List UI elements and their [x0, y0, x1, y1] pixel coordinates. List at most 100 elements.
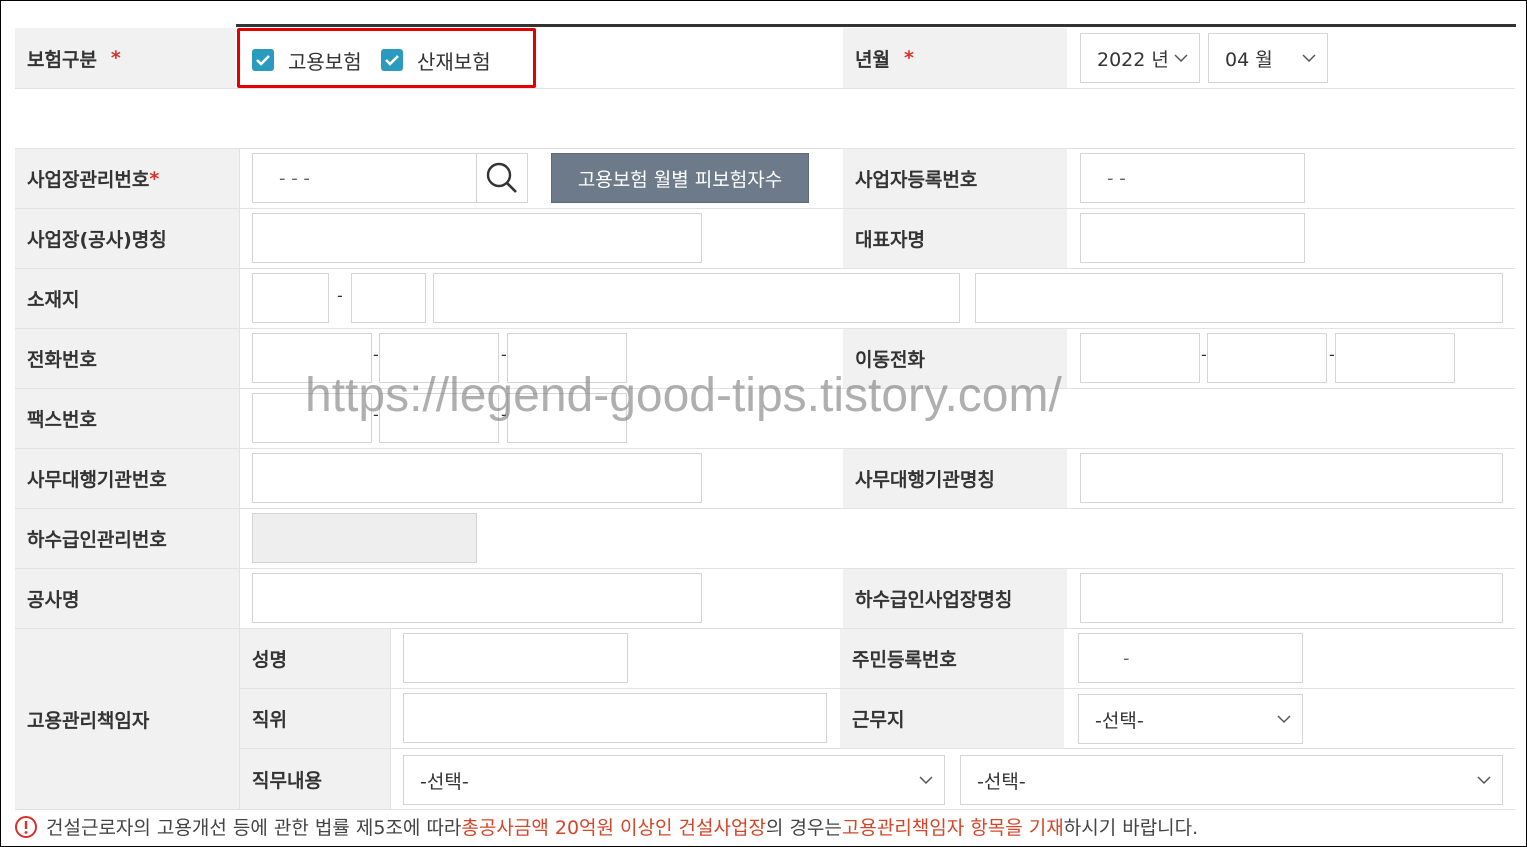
dash: - [373, 405, 379, 424]
zipcode-input-2[interactable] [351, 273, 426, 323]
notice-highlight-1: 총공사금액 20억원 이상인 건설사업장 [461, 817, 766, 839]
row-divider [15, 88, 1515, 89]
representative-label-text: 대표자명 [855, 229, 925, 251]
chevron-down-icon [1277, 715, 1291, 724]
column-divider [239, 148, 240, 809]
phone-label-text: 전화번호 [27, 349, 97, 371]
row-divider [15, 388, 1515, 389]
workplace-no-value: - - - [279, 167, 310, 189]
manager-position-input[interactable] [403, 693, 827, 743]
chevron-down-icon [1477, 776, 1491, 785]
manager-workplace-select[interactable]: -선택- [1078, 694, 1303, 744]
workplace-name-input[interactable] [252, 213, 702, 263]
manager-duty-select-1[interactable]: -선택- [403, 755, 945, 805]
notice-text-3: 하시기 바랍니다. [1063, 817, 1199, 839]
fax-input-1[interactable] [252, 393, 372, 443]
address-input[interactable] [433, 273, 960, 323]
highlight-box [237, 28, 536, 88]
dash: - [337, 286, 343, 305]
row-divider [15, 148, 1515, 149]
insurance-type-label: 보험구분 * [15, 28, 236, 88]
workplace-no-input[interactable]: - - - [252, 153, 477, 203]
search-button[interactable] [476, 153, 528, 203]
phone-label: 전화번호 [15, 329, 239, 388]
biz-reg-no-input[interactable]: - - [1080, 153, 1305, 203]
biz-reg-no-label: 사업자등록번호 [843, 149, 1067, 208]
required-mark: * [110, 47, 121, 69]
table-top-border [236, 24, 1516, 27]
agency-no-label: 사무대행기관번호 [15, 449, 239, 508]
mobile-input-1[interactable] [1080, 333, 1200, 383]
subcontractor-no-label: 하수급인관리번호 [15, 509, 239, 568]
construction-name-label: 공사명 [15, 569, 239, 628]
manager-duty-select-2[interactable]: -선택- [960, 755, 1503, 805]
month-select-value: 04 월 [1225, 48, 1273, 71]
subcontractor-site-label: 하수급인사업장명칭 [843, 569, 1067, 628]
manager-label: 고용관리책임자 [15, 629, 239, 809]
manager-rrn-value: - [1123, 647, 1130, 669]
workplace-no-label: 사업장관리번호 * [15, 149, 239, 208]
chevron-down-icon [1174, 54, 1188, 63]
agency-no-input[interactable] [252, 453, 702, 503]
manager-name-label: 성명 [240, 629, 390, 688]
mobile-label-text: 이동전화 [855, 349, 925, 371]
year-month-label: 년월 * [843, 28, 1067, 88]
address-detail-input[interactable] [975, 273, 1503, 323]
row-divider [240, 748, 1515, 749]
manager-name-label-text: 성명 [252, 649, 287, 671]
manager-workplace-label-text: 근무지 [852, 709, 905, 731]
phone-input-2[interactable] [379, 333, 499, 383]
biz-reg-no-value: - - [1107, 167, 1126, 189]
manager-position-label: 직위 [240, 689, 390, 748]
phone-input-1[interactable] [252, 333, 372, 383]
fax-input-3[interactable] [507, 393, 627, 443]
row-divider [15, 508, 1515, 509]
fax-label-text: 팩스번호 [27, 409, 97, 431]
location-label: 소재지 [15, 269, 239, 328]
search-icon [486, 162, 517, 193]
manager-name-input[interactable] [403, 633, 628, 683]
notice-highlight-2: 고용관리책임자 항목을 기재 [841, 817, 1064, 839]
dash: - [1201, 345, 1207, 364]
agency-name-label: 사무대행기관명칭 [843, 449, 1067, 508]
row-divider [15, 809, 1515, 810]
column-divider [390, 629, 391, 809]
mobile-input-2[interactable] [1207, 333, 1327, 383]
year-select-value: 2022 년 [1097, 48, 1169, 71]
manager-duty-select-2-value: -선택- [977, 770, 1026, 793]
construction-name-input[interactable] [252, 573, 702, 623]
monthly-insured-count-button[interactable]: 고용보험 월별 피보험자수 [551, 153, 809, 203]
agency-name-input[interactable] [1080, 453, 1503, 503]
fax-input-2[interactable] [379, 393, 499, 443]
notice-text-2: 의 경우는 [765, 817, 842, 839]
dash: - [1329, 345, 1335, 364]
agency-name-label-text: 사무대행기관명칭 [855, 469, 995, 491]
month-select[interactable]: 04 월 [1208, 33, 1328, 83]
representative-input[interactable] [1080, 213, 1305, 263]
row-divider [15, 208, 1515, 209]
phone-input-3[interactable] [507, 333, 627, 383]
manager-duty-select-1-value: -선택- [420, 770, 469, 793]
manager-rrn-label-text: 주민등록번호 [852, 649, 957, 671]
insurance-type-label-text: 보험구분 [27, 48, 97, 71]
workplace-name-label: 사업장(공사)명칭 [15, 209, 239, 268]
dash: - [373, 345, 379, 364]
manager-rrn-label: 주민등록번호 [840, 629, 1064, 688]
location-label-text: 소재지 [27, 289, 80, 311]
chevron-down-icon [919, 776, 933, 785]
manager-workplace-label: 근무지 [840, 689, 1064, 748]
subcontractor-site-input[interactable] [1080, 573, 1503, 623]
row-divider [15, 448, 1515, 449]
manager-position-label-text: 직위 [252, 709, 287, 731]
workplace-name-label-text: 사업장(공사)명칭 [27, 229, 167, 251]
year-select[interactable]: 2022 년 [1080, 33, 1200, 83]
warning-icon [15, 815, 37, 838]
required-mark: * [149, 167, 160, 190]
subcontractor-site-label-text: 하수급인사업장명칭 [855, 589, 1013, 611]
agency-no-label-text: 사무대행기관번호 [27, 469, 167, 491]
manager-rrn-input[interactable]: - [1078, 633, 1303, 683]
mobile-input-3[interactable] [1335, 333, 1455, 383]
zipcode-input-1[interactable] [252, 273, 329, 323]
dash: - [501, 345, 507, 364]
manager-duty-label-text: 직무내용 [252, 769, 322, 792]
